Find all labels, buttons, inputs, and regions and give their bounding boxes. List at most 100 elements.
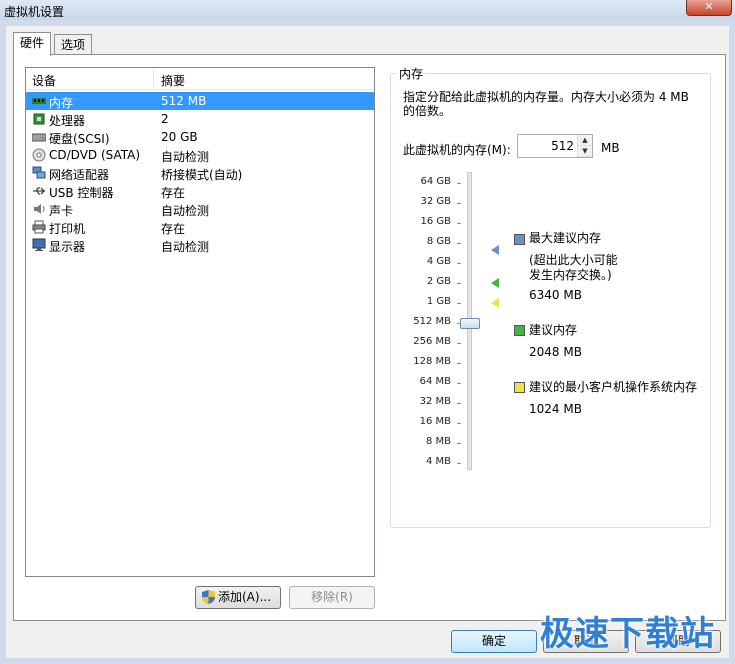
tab-hardware[interactable]: 硬件 [13, 32, 52, 56]
watermark-logo: 极速下载站 [540, 614, 715, 654]
device-summary: 自动检测 [161, 240, 210, 254]
device-name: USB 控制器 [49, 186, 114, 200]
recommended-memory-legend-value: 2048 MB [529, 345, 582, 359]
device-row-memory[interactable]: 内存 512 MB [26, 92, 374, 110]
memory-scale-label: 64 MB [419, 376, 451, 387]
memory-scale-label: 4 GB [426, 256, 451, 267]
title-bar: 虚拟机设置 ✕ [0, 0, 735, 20]
close-button[interactable]: ✕ [686, 0, 732, 16]
add-button[interactable]: 添加(A)... [195, 586, 281, 609]
device-summary: 20 GB [161, 130, 198, 144]
memory-scale-label: 4 MB [425, 456, 451, 467]
minimum-memory-legend-value: 1024 MB [529, 402, 582, 416]
memory-size-input[interactable]: 512 [551, 139, 574, 153]
spin-up-button[interactable]: ▲ [578, 135, 592, 146]
printer-icon [32, 220, 46, 234]
memory-scale-tick [457, 403, 461, 404]
device-name: 打印机 [49, 222, 86, 236]
memory-scale-label: 128 MB [413, 356, 451, 367]
device-summary: 自动检测 [161, 150, 210, 164]
display-icon [32, 238, 46, 251]
window-title: 虚拟机设置 [4, 5, 65, 19]
device-row-sound-card[interactable]: 声卡 自动检测 [26, 200, 374, 218]
memory-slider-scale: 64 GB 32 GB 16 GB 8 GB 4 GB 2 GB 1 GB 512 MB 256… [391, 74, 463, 467]
memory-slider-thumb[interactable] [460, 318, 480, 329]
hard-disk-icon [32, 133, 46, 142]
device-list[interactable]: 设备 摘要 内存 512 MB 处理器 2 硬盘(SCSI) 20 GB CD/… [25, 67, 375, 577]
memory-scale-label: 512 MB [413, 316, 451, 327]
memory-scale-tick [457, 343, 461, 344]
minimum-memory-legend-swatch [514, 382, 525, 393]
add-button-label: 添加(A)... [218, 590, 272, 604]
device-name: 处理器 [49, 114, 86, 128]
shield-icon [202, 590, 215, 604]
device-name: CD/DVD (SATA) [49, 148, 141, 162]
max-memory-legend-value: 6340 MB [529, 288, 582, 302]
device-name: 硬盘(SCSI) [49, 132, 110, 146]
device-summary: 存在 [161, 186, 186, 200]
recommended-marker [491, 278, 499, 288]
cd-dvd-icon [32, 148, 46, 162]
memory-icon [32, 98, 46, 104]
device-name: 声卡 [49, 204, 74, 218]
remove-button[interactable]: 移除(R) [289, 586, 375, 609]
max-memory-legend-note: 发生内存交换。) [529, 268, 612, 282]
device-name: 内存 [49, 96, 74, 110]
tab-options[interactable]: 选项 [54, 34, 93, 55]
memory-scale-tick [457, 383, 461, 384]
memory-scale-tick [457, 283, 461, 284]
hardware-tab-page: 设备 摘要 内存 512 MB 处理器 2 硬盘(SCSI) 20 GB CD/… [13, 54, 726, 621]
spinner-buttons: ▲ ▼ [577, 135, 592, 157]
memory-scale-tick [457, 183, 461, 184]
memory-scale-tick [457, 463, 461, 464]
memory-unit-label: MB [601, 141, 620, 155]
memory-scale-tick [457, 363, 461, 364]
memory-group: 内存 指定分配给此虚拟机的内存量。内存大小必须为 4 MB 的倍数。 此虚拟机的… [390, 65, 711, 528]
device-row-hard-disk[interactable]: 硬盘(SCSI) 20 GB [26, 128, 374, 146]
memory-scale-tick [457, 263, 461, 264]
device-summary: 512 MB [161, 94, 207, 108]
device-summary: 2 [161, 112, 169, 126]
sound-card-icon [34, 204, 45, 214]
column-header-device[interactable]: 设备 [32, 72, 56, 89]
memory-scale-tick [457, 223, 461, 224]
max-recommended-marker [491, 245, 499, 256]
memory-scale-label: 2 GB [426, 276, 451, 287]
device-list-header: 设备 摘要 [26, 68, 374, 90]
memory-scale-label: 32 GB [420, 196, 451, 207]
device-name: 网络适配器 [49, 168, 110, 182]
memory-scale-label: 64 GB [420, 176, 451, 187]
ok-button[interactable]: 确定 [451, 630, 537, 653]
memory-scale-tick [457, 303, 461, 304]
max-memory-legend-swatch [514, 234, 525, 245]
device-name: 显示器 [49, 240, 86, 254]
processor-icon [33, 113, 45, 125]
memory-scale-label: 16 MB [419, 416, 451, 427]
memory-scale-label: 1 GB [426, 296, 451, 307]
recommended-memory-legend-title: 建议内存 [529, 323, 578, 337]
memory-scale-label: 8 GB [426, 236, 451, 247]
column-separator [153, 70, 154, 87]
memory-scale-tick [457, 443, 461, 444]
column-header-summary[interactable]: 摘要 [161, 72, 185, 89]
memory-scale-label: 256 MB [413, 336, 451, 347]
minimum-recommended-marker [491, 298, 499, 308]
minimum-memory-legend-title: 建议的最小客户机操作系统内存 [529, 380, 698, 394]
memory-scale-tick [457, 423, 461, 424]
device-row-cd-dvd[interactable]: CD/DVD (SATA) 自动检测 [26, 146, 374, 164]
memory-scale-tick [457, 203, 461, 204]
memory-scale-label: 8 MB [425, 436, 451, 447]
network-adapter-icon [32, 166, 46, 179]
device-row-display[interactable]: 显示器 自动检测 [26, 236, 374, 254]
device-row-printer[interactable]: 打印机 存在 [26, 218, 374, 236]
spin-down-button[interactable]: ▼ [578, 146, 592, 157]
memory-scale-label: 32 MB [419, 396, 451, 407]
device-row-usb-controller[interactable]: USB 控制器 存在 [26, 182, 374, 200]
device-summary: 自动检测 [161, 204, 210, 218]
memory-size-spinner[interactable]: 512 ▲ ▼ [517, 134, 593, 158]
device-summary: 桥接模式(自动) [161, 168, 243, 182]
device-row-network-adapter[interactable]: 网络适配器 桥接模式(自动) [26, 164, 374, 182]
device-row-processor[interactable]: 处理器 2 [26, 110, 374, 128]
usb-icon [33, 187, 45, 195]
memory-scale-label: 16 GB [420, 216, 451, 227]
